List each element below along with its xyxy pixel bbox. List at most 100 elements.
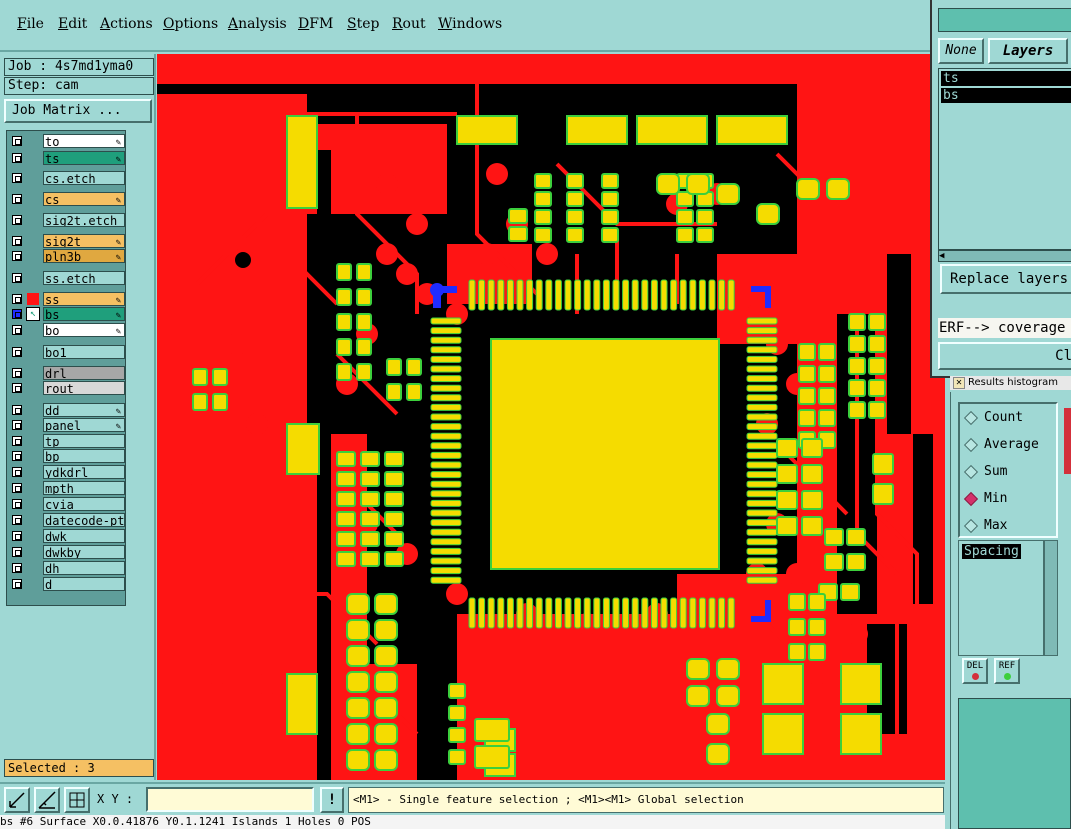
layer-checkbox[interactable] xyxy=(12,451,22,461)
ic-pin[interactable] xyxy=(430,384,462,392)
smd-pad[interactable] xyxy=(801,490,823,510)
smd-pad[interactable] xyxy=(848,379,866,397)
metric-spacing[interactable]: Spacing xyxy=(962,544,1021,559)
smd-pad[interactable] xyxy=(356,288,372,306)
smd-pad[interactable] xyxy=(360,551,380,567)
smd-pad[interactable] xyxy=(356,338,372,356)
ic-pin[interactable] xyxy=(430,403,462,411)
ic-pin[interactable] xyxy=(583,597,591,629)
layer-row-ss[interactable]: ss ✎ xyxy=(9,292,125,307)
smd-pad[interactable] xyxy=(356,313,372,331)
smd-pad[interactable] xyxy=(872,483,894,505)
snap-icon[interactable] xyxy=(4,787,30,813)
smd-pad[interactable] xyxy=(212,393,228,411)
layer-row-dwk[interactable]: dwk xyxy=(9,529,125,544)
smd-pad[interactable] xyxy=(776,490,798,510)
smd-pad[interactable] xyxy=(808,618,826,636)
smd-pad[interactable] xyxy=(336,451,356,467)
layer-checkbox[interactable] xyxy=(12,309,22,319)
smd-pad[interactable] xyxy=(346,749,370,771)
smd-pad[interactable] xyxy=(336,363,352,381)
ic-pin[interactable] xyxy=(746,480,778,488)
layer-row-bo1[interactable]: bo1 xyxy=(9,345,125,360)
layer-checkbox[interactable] xyxy=(12,173,22,183)
ic-pin[interactable] xyxy=(746,451,778,459)
smd-pad[interactable] xyxy=(686,173,710,195)
menu-step[interactable]: Step xyxy=(346,16,380,32)
layer-checkbox[interactable] xyxy=(12,325,22,335)
close-button[interactable]: Cl xyxy=(938,342,1071,370)
layer-checkbox[interactable] xyxy=(12,499,22,509)
ic-pin[interactable] xyxy=(430,346,462,354)
ic-pin[interactable] xyxy=(631,279,639,311)
ic-pin[interactable] xyxy=(746,327,778,335)
ic-pin[interactable] xyxy=(430,519,462,527)
layer-checkbox[interactable] xyxy=(12,153,22,163)
smd-pad[interactable] xyxy=(848,313,866,331)
smd-pad[interactable] xyxy=(848,357,866,375)
layer-row-cs[interactable]: cs ✎ xyxy=(9,192,125,207)
ic-pin[interactable] xyxy=(497,597,505,629)
smd-pad[interactable] xyxy=(801,438,823,458)
none-button[interactable]: None xyxy=(938,38,984,64)
menu-edit[interactable]: Edit xyxy=(57,16,88,32)
smd-pad[interactable] xyxy=(346,593,370,615)
ic-pin[interactable] xyxy=(746,317,778,325)
layer-row-tp[interactable]: tp xyxy=(9,434,125,449)
layer-edit-icon[interactable]: ✎ xyxy=(116,325,121,336)
layer-checkbox[interactable] xyxy=(12,368,22,378)
ic-pin[interactable] xyxy=(430,538,462,546)
ic-pin[interactable] xyxy=(468,597,476,629)
smd-pad[interactable] xyxy=(336,491,356,507)
smd-pad[interactable] xyxy=(872,453,894,475)
list-item[interactable]: bs xyxy=(941,88,1071,103)
measure-icon[interactable] xyxy=(34,787,60,813)
layer-row-ts[interactable]: ts ✎ xyxy=(9,151,125,166)
ic-pin[interactable] xyxy=(430,336,462,344)
smd-pad[interactable] xyxy=(384,511,404,527)
ic-pin[interactable] xyxy=(574,279,582,311)
horizontal-scrollbar[interactable]: ◀ xyxy=(938,250,1071,262)
ic-pin[interactable] xyxy=(689,597,697,629)
ic-pin[interactable] xyxy=(487,597,495,629)
smd-pad[interactable] xyxy=(801,516,823,536)
ic-pin[interactable] xyxy=(679,279,687,311)
ic-pin[interactable] xyxy=(746,384,778,392)
smd-pad[interactable] xyxy=(846,528,866,546)
ic-pin[interactable] xyxy=(430,413,462,421)
layer-checkbox[interactable] xyxy=(12,467,22,477)
smd-pad[interactable] xyxy=(374,749,398,771)
ic-pin[interactable] xyxy=(593,279,601,311)
ic-pin[interactable] xyxy=(564,279,572,311)
smd-pad[interactable] xyxy=(406,358,422,376)
radio-average[interactable]: Average xyxy=(963,437,1039,452)
smd-pad[interactable] xyxy=(824,553,844,571)
layer-checkbox[interactable] xyxy=(12,436,22,446)
ic-pin[interactable] xyxy=(430,461,462,469)
menu-options[interactable]: Options xyxy=(162,16,219,32)
smd-pad[interactable] xyxy=(756,203,780,225)
ic-pin[interactable] xyxy=(746,528,778,536)
smd-pad[interactable] xyxy=(534,173,552,189)
ic-pin[interactable] xyxy=(430,423,462,431)
smd-pad[interactable] xyxy=(566,227,584,243)
ic-pin[interactable] xyxy=(746,461,778,469)
ic-pin[interactable] xyxy=(497,279,505,311)
ic-pin[interactable] xyxy=(746,403,778,411)
layer-row-ydkdrl[interactable]: ydkdrl xyxy=(9,465,125,480)
ic-pin[interactable] xyxy=(746,519,778,527)
ic-pin[interactable] xyxy=(430,471,462,479)
ic-pin[interactable] xyxy=(746,413,778,421)
layer-checkbox[interactable] xyxy=(12,215,22,225)
ic-pin[interactable] xyxy=(430,375,462,383)
smd-pad[interactable] xyxy=(848,401,866,419)
ic-pin[interactable] xyxy=(545,279,553,311)
smd-pad[interactable] xyxy=(448,727,466,743)
ic-pin[interactable] xyxy=(631,597,639,629)
replace-layers-button[interactable]: Replace layers xyxy=(940,264,1071,294)
ic-pin[interactable] xyxy=(746,394,778,402)
window-title-bar[interactable] xyxy=(938,8,1071,32)
ic-pin[interactable] xyxy=(430,432,462,440)
ic-pin[interactable] xyxy=(689,279,697,311)
smd-pad[interactable] xyxy=(824,528,844,546)
